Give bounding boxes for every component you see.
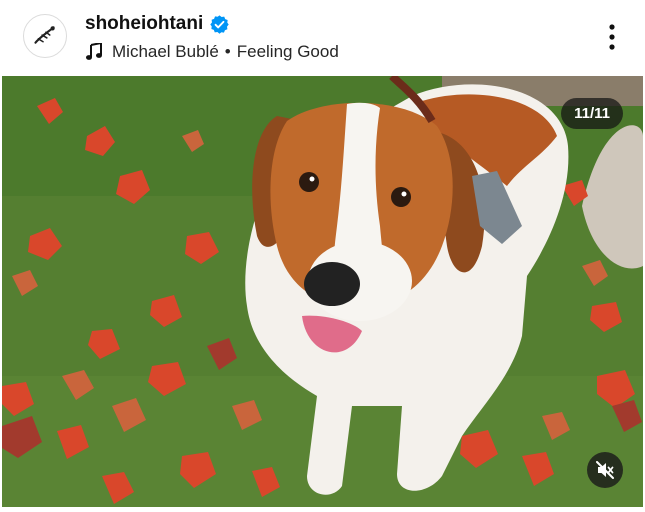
avatar[interactable] xyxy=(23,14,67,58)
more-vertical-icon xyxy=(609,24,615,50)
dog-photo xyxy=(2,76,643,507)
audio-separator: • xyxy=(224,42,231,61)
avatar-logo-icon xyxy=(24,15,66,57)
verified-badge-icon xyxy=(209,14,230,35)
music-note-icon xyxy=(86,43,102,61)
audio-track: Feeling Good xyxy=(236,42,339,61)
speaker-muted-icon xyxy=(596,461,614,479)
username[interactable]: shoheiohtani xyxy=(85,13,203,35)
carousel-counter: 11/11 xyxy=(561,98,623,129)
post-media[interactable]: 11/11 xyxy=(2,76,643,507)
username-row: shoheiohtani xyxy=(85,12,230,36)
post-header: shoheiohtani Michael Bublé • Feeling Goo… xyxy=(0,0,645,76)
mute-toggle-button[interactable] xyxy=(587,452,623,488)
audio-attribution[interactable]: Michael Bublé • Feeling Good xyxy=(86,41,339,63)
more-options-button[interactable] xyxy=(598,22,626,52)
audio-artist: Michael Bublé xyxy=(112,42,219,61)
